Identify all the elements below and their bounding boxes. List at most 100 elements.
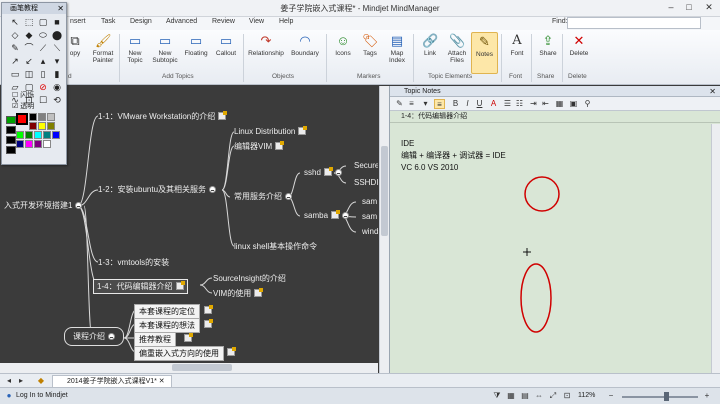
color-swatch[interactable]: [38, 122, 46, 130]
topic-course-positioning[interactable]: 本套课程的定位: [134, 304, 200, 319]
color-swatch[interactable]: [47, 122, 55, 130]
note-icon[interactable]: [275, 141, 285, 150]
line-tool-icon[interactable]: ⟋: [36, 42, 50, 55]
tab-task[interactable]: Task: [101, 18, 115, 25]
topic-1-1[interactable]: 1-1：VMware Workstation的介绍: [98, 111, 228, 122]
vscroll-thumb[interactable]: [381, 146, 388, 236]
zoom-in-icon[interactable]: +: [702, 391, 712, 401]
collapse-toggle[interactable]: [285, 193, 292, 200]
checkbox-tool-icon[interactable]: ☐: [36, 94, 50, 107]
canvas-horizontal-scrollbar[interactable]: [0, 363, 378, 373]
delete-button[interactable]: ✕ Delete: [564, 32, 594, 74]
rect-tool-icon[interactable]: ▢: [36, 16, 50, 29]
callout-button[interactable]: ▭ Callout: [211, 32, 241, 74]
grid-icon[interactable]: ▦: [506, 391, 516, 401]
notes-close-button[interactable]: ✕: [709, 86, 716, 97]
color-swatch[interactable]: [16, 140, 24, 148]
format-painter-button[interactable]: 🖌 Format Painter: [88, 32, 118, 74]
arc-tool-icon[interactable]: ⌒: [22, 42, 36, 55]
tab-design[interactable]: Design: [130, 18, 152, 25]
topic-secure[interactable]: Secure: [354, 161, 378, 170]
tab-scroll-left-icon[interactable]: ◂: [4, 376, 14, 386]
note-icon[interactable]: [204, 305, 213, 314]
topic-1-2[interactable]: 1-2：安装ubuntu及其相关服务: [98, 184, 217, 195]
arrow-sw-tool-icon[interactable]: ↙: [22, 55, 36, 68]
ellipse-tool-icon[interactable]: ⬭: [36, 29, 50, 42]
color-current-4[interactable]: [6, 146, 16, 154]
collapse-toggle[interactable]: [334, 169, 342, 176]
new-topic-button[interactable]: ▭ New Topic: [120, 32, 150, 74]
select-tool-icon[interactable]: ↖: [8, 16, 22, 29]
flash-checkbox[interactable]: ☐ 闪烁: [12, 90, 34, 100]
tab-review[interactable]: Review: [212, 18, 235, 25]
color-swatch[interactable]: [16, 131, 24, 139]
rect-fill-tool-icon[interactable]: ■: [50, 16, 64, 29]
topic-embedded-focus[interactable]: 偏重嵌入式方向的使用: [134, 346, 224, 361]
topic-1-4-selected[interactable]: 1-4：代码编辑器介绍: [93, 279, 188, 294]
document-tab[interactable]: 2014姜子学院嵌入式课程V1* ✕: [52, 375, 172, 387]
tab-view[interactable]: View: [249, 18, 264, 25]
color-swatch[interactable]: [34, 131, 42, 139]
color-swatch[interactable]: [25, 131, 33, 139]
diamond-fill-tool-icon[interactable]: ◆: [22, 29, 36, 42]
pencil-tool-icon[interactable]: ✎: [8, 42, 22, 55]
color-swatch[interactable]: [25, 140, 33, 148]
color-swatch-selected[interactable]: [16, 113, 28, 125]
topic-course-idea[interactable]: 本套课程的想法: [134, 318, 200, 333]
split-rect-tool-icon[interactable]: ◫: [22, 68, 36, 81]
topic-samba-sub-3[interactable]: wind: [362, 227, 378, 236]
rounded-rect-tool-icon[interactable]: ▭: [8, 68, 22, 81]
note-icon[interactable]: [331, 210, 341, 219]
close-window-button[interactable]: ✕: [700, 1, 718, 14]
drawing-palette[interactable]: 画笔教程 ✕ ↖ ⬚ ▢ ■ ◇ ◆ ⬭ ⬤ ✎ ⌒ ⟋ ⟍ ↗ ↙ ▴ ▾ ▭…: [1, 2, 67, 165]
palette-title-bar[interactable]: 画笔教程 ✕: [2, 3, 66, 14]
arrow-ne-tool-icon[interactable]: ↗: [8, 55, 22, 68]
color-swatch[interactable]: [43, 131, 51, 139]
collapse-toggle[interactable]: [75, 202, 83, 209]
color-swatch[interactable]: [29, 122, 37, 130]
topic-1-3[interactable]: 1-3：vmtools的安装: [98, 257, 169, 268]
color-swatch[interactable]: [52, 131, 60, 139]
topic-sshd[interactable]: sshd: [304, 167, 342, 177]
transparent-checkbox[interactable]: ☑ 透明: [12, 101, 34, 111]
color-swatch[interactable]: [47, 113, 55, 121]
find-input[interactable]: [567, 17, 701, 29]
zoom-fit-icon[interactable]: ⊡: [562, 391, 572, 401]
login-link[interactable]: Log In to Mindjet: [16, 392, 68, 399]
topic-samba[interactable]: samba: [304, 210, 350, 220]
color-current-3[interactable]: [6, 136, 16, 144]
canvas-vertical-scrollbar[interactable]: [379, 86, 389, 373]
tab-help[interactable]: Help: [279, 18, 293, 25]
eraser-tool-icon[interactable]: ⊘: [36, 81, 50, 94]
note-icon[interactable]: [298, 126, 308, 135]
topic-vim-editor[interactable]: 编辑器VIM: [234, 141, 285, 152]
tall-rect-fill-tool-icon[interactable]: ▮: [50, 68, 64, 81]
topic-samba-sub-2[interactable]: sam: [362, 212, 377, 221]
topic-linux-distribution[interactable]: Linux Distribution: [234, 126, 308, 136]
collapse-toggle[interactable]: [342, 212, 350, 219]
zoom-out-icon[interactable]: −: [606, 391, 616, 401]
color-swatch[interactable]: [34, 140, 42, 148]
palette-close-button[interactable]: ✕: [57, 3, 64, 14]
tab-insert[interactable]: nsert: [70, 18, 86, 25]
notes-scrollbar[interactable]: [711, 124, 720, 373]
font-button[interactable]: A Font: [502, 32, 532, 74]
minimize-button[interactable]: –: [662, 1, 680, 14]
note-icon[interactable]: [218, 111, 228, 120]
collapse-toggle[interactable]: [108, 333, 115, 340]
boundary-button[interactable]: ◠ Boundary: [288, 32, 322, 74]
topic-linux-shell[interactable]: linux shell基本操作命令: [234, 241, 317, 252]
topic-common-services[interactable]: 常用服务介绍: [234, 191, 292, 202]
color-swatch[interactable]: [38, 113, 46, 121]
maximize-button[interactable]: □: [680, 1, 698, 14]
tab-scroll-right-icon[interactable]: ▸: [16, 376, 26, 386]
color-swatch[interactable]: [29, 113, 37, 121]
topic-samba-sub-1[interactable]: sam: [362, 197, 377, 206]
undo-tool-icon[interactable]: ⟲: [50, 94, 64, 107]
diamond-tool-icon[interactable]: ◇: [8, 29, 22, 42]
map-index-button[interactable]: ▤ Map Index: [382, 32, 412, 74]
note-icon[interactable]: [227, 347, 236, 356]
topic-recommended-tutorials[interactable]: 推荐教程: [134, 332, 176, 347]
note-icon[interactable]: [254, 288, 264, 297]
new-subtopic-button[interactable]: ▭ New Subtopic: [150, 32, 180, 74]
